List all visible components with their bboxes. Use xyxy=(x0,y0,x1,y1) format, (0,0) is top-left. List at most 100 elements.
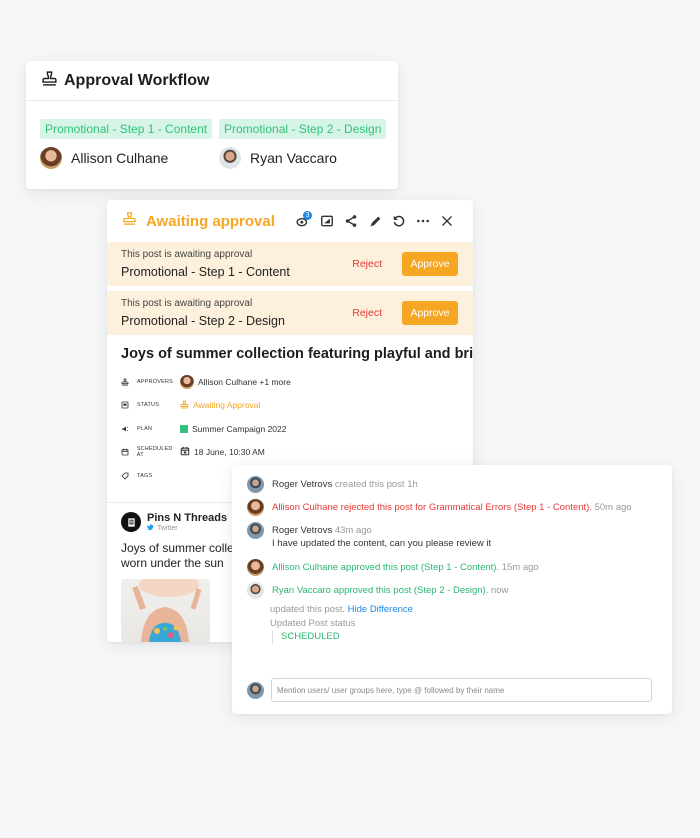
meta-row-plan: Plan Summer Campaign 2022 xyxy=(121,417,473,441)
plan-color-swatch xyxy=(180,424,188,433)
activity-card: Roger Vetrovs created this post 1h Allis… xyxy=(232,465,672,714)
activity-user: Allison Culhane xyxy=(272,562,339,573)
activity-time: now xyxy=(490,585,509,596)
avatar xyxy=(247,522,264,539)
edit-button[interactable] xyxy=(363,209,387,233)
diff-updated-text: updated this post. xyxy=(270,604,345,615)
megaphone-icon xyxy=(121,425,132,433)
edit-icon xyxy=(370,216,380,226)
stamp-icon xyxy=(122,211,137,231)
undo-button[interactable] xyxy=(387,209,411,233)
close-button[interactable] xyxy=(435,209,459,233)
approval-request: This post is awaiting approval Promotion… xyxy=(107,242,473,286)
workflow-title: Approval Workflow xyxy=(64,71,210,89)
close-icon xyxy=(442,216,452,226)
calendar-icon xyxy=(121,448,132,456)
calendar-icon xyxy=(180,446,190,458)
more-button[interactable] xyxy=(411,209,435,233)
diff-field: Updated Post status xyxy=(270,617,356,629)
reject-button[interactable]: Reject xyxy=(352,307,382,319)
hide-difference-link[interactable]: Hide Difference xyxy=(348,604,413,615)
activity-item: Allison Culhane approved this post (Step… xyxy=(247,559,539,576)
meta-row-status: Status Awaiting Approval xyxy=(121,394,473,418)
preview-image xyxy=(121,578,210,642)
approve-button[interactable]: Approve xyxy=(402,301,458,325)
approval-subtitle: This post is awaiting approval xyxy=(121,249,253,260)
activity-item: Allison Culhane rejected this post for G… xyxy=(247,499,632,516)
stamp-icon xyxy=(180,400,189,411)
avatar xyxy=(247,582,264,599)
activity-action: rejected this post for Grammatical Error… xyxy=(340,502,592,513)
approver-name: Ryan Vaccaro xyxy=(250,150,337,166)
workflow-step-1: Promotional - Step 1 - Content Allison C… xyxy=(40,119,219,169)
media-button[interactable] xyxy=(315,209,339,233)
twitter-icon xyxy=(147,523,154,533)
post-status-title: Awaiting approval xyxy=(146,212,275,230)
avatar xyxy=(247,499,264,516)
post-header: Awaiting approval 3 xyxy=(107,200,473,242)
tag-icon xyxy=(121,472,132,480)
activity-user: Roger Vetrovs xyxy=(272,525,333,536)
post-toolbar: 3 xyxy=(291,209,459,233)
avatar xyxy=(247,559,264,576)
workflow-header: Approval Workflow xyxy=(26,61,398,101)
approval-step: Promotional - Step 1 - Content xyxy=(121,265,290,279)
activity-diff: updated this post. Hide Difference Updat… xyxy=(270,603,413,644)
approval-subtitle: This post is awaiting approval xyxy=(121,298,253,309)
step-tag: Promotional - Step 1 - Content xyxy=(40,119,213,139)
activity-item: Roger Vetrovs created this post 1h xyxy=(247,476,418,493)
stamp-icon xyxy=(121,378,132,386)
status-icon xyxy=(121,401,132,409)
step-tag: Promotional - Step 2 - Design xyxy=(219,119,387,139)
comment-count-badge: 3 xyxy=(303,211,312,220)
activity-item: Roger Vetrovs 43m ago I have updated the… xyxy=(247,522,492,550)
approvers-value[interactable]: Allison Culhane +1 more xyxy=(198,377,291,387)
avatar xyxy=(247,681,264,699)
activity-comment: I have updated the content, can you plea… xyxy=(272,538,492,549)
avatar xyxy=(180,374,194,389)
post-title: Joys of summer collection featuring play… xyxy=(121,346,473,362)
meta-row-approvers: Approvers Allison Culhane +1 more xyxy=(121,370,473,394)
activity-user: Allison Culhane xyxy=(272,502,339,513)
activity-time: 50m ago xyxy=(594,502,632,513)
activity-user: Ryan Vaccaro xyxy=(272,585,331,596)
activity-action: approved this post (Step 1 - Content). xyxy=(340,562,500,573)
comments-button[interactable]: 3 xyxy=(291,209,315,233)
status-value: Awaiting Approval xyxy=(193,400,261,411)
activity-time: 15m ago xyxy=(501,562,539,573)
share-button[interactable] xyxy=(339,209,363,233)
diff-new-value: SCHEDULED xyxy=(272,630,413,644)
meta-label: Approvers xyxy=(137,378,174,385)
approval-request: This post is awaiting approval Promotion… xyxy=(107,291,473,335)
meta-label: Scheduled at xyxy=(136,446,173,459)
avatar xyxy=(40,147,62,169)
plan-value[interactable]: Summer Campaign 2022 xyxy=(192,424,287,434)
avatar xyxy=(247,476,264,493)
share-icon xyxy=(345,215,357,227)
approval-workflow-card: Approval Workflow Promotional - Step 1 -… xyxy=(26,61,398,189)
network-name: Twitter xyxy=(157,524,178,532)
scheduled-value[interactable]: 18 June, 10:30 AM xyxy=(194,447,265,457)
approve-button[interactable]: Approve xyxy=(402,252,458,276)
approver-name: Allison Culhane xyxy=(71,150,169,166)
reject-button[interactable]: Reject xyxy=(352,258,382,270)
account-logo xyxy=(121,512,141,532)
comment-box xyxy=(247,678,652,702)
activity-action: approved this post (Step 2 - Design). xyxy=(333,585,489,596)
stamp-icon xyxy=(41,70,58,92)
activity-user: Roger Vetrovs xyxy=(272,479,333,490)
account-name: Pins N Threads xyxy=(147,511,228,524)
approval-step: Promotional - Step 2 - Design xyxy=(121,314,285,328)
meta-label: Status xyxy=(137,402,160,409)
undo-icon xyxy=(393,215,405,227)
activity-time: 1h xyxy=(407,479,418,490)
meta-row-scheduled: Scheduled at 18 June, 10:30 AM xyxy=(121,441,473,465)
avatar xyxy=(219,147,241,169)
activity-time: 43m ago xyxy=(334,525,372,536)
more-icon xyxy=(417,219,429,223)
activity-item: Ryan Vaccaro approved this post (Step 2 … xyxy=(247,582,509,599)
meta-label: Plan xyxy=(137,425,153,432)
activity-action: created this post xyxy=(334,479,405,490)
meta-label: Tags xyxy=(137,472,153,479)
comment-input[interactable] xyxy=(271,678,652,702)
